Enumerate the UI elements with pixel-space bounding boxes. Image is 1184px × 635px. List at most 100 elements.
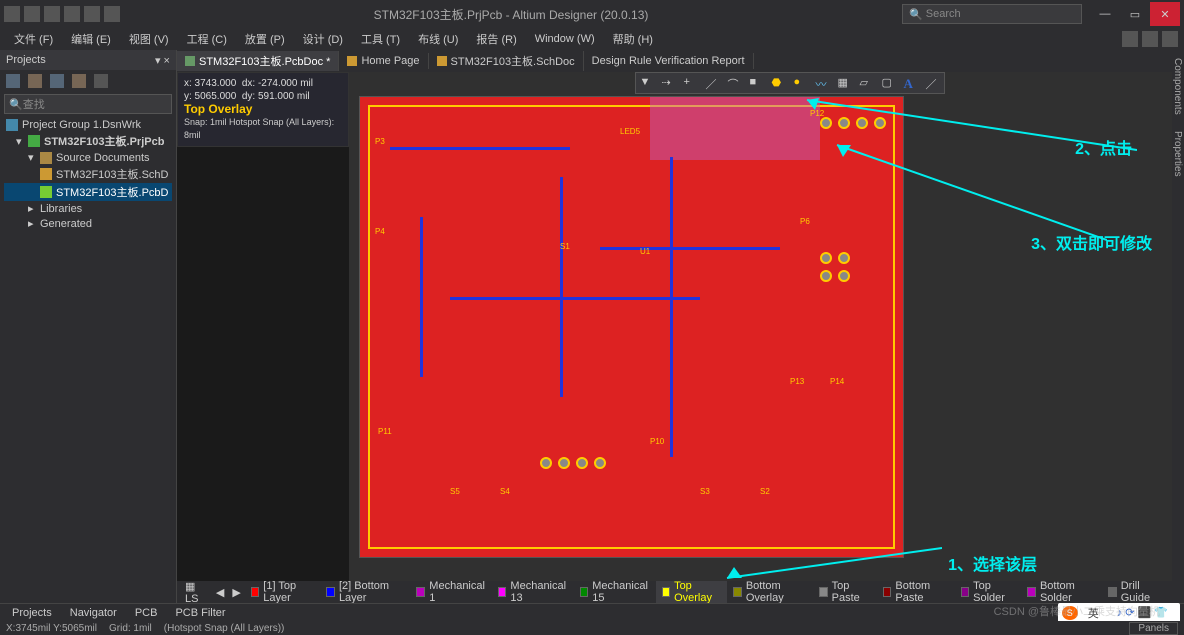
layer-set-button[interactable]: ▦ LS	[181, 581, 212, 603]
tool-icon[interactable]	[72, 74, 86, 88]
active-layer-label: Top Overlay	[184, 103, 342, 116]
right-dock: Components Properties	[1172, 50, 1184, 603]
qa-icon[interactable]	[104, 6, 120, 22]
menu-place[interactable]: 放置 (P)	[237, 29, 293, 49]
tree-generated[interactable]: ▸Generated	[4, 216, 172, 231]
dock-properties[interactable]: Properties	[1172, 123, 1183, 185]
doc-tab-pcb[interactable]: STM32F103主板.PcbDoc *	[177, 51, 339, 71]
panel-tab-projects[interactable]: Projects	[4, 606, 60, 620]
via-icon[interactable]: ⬣	[772, 76, 786, 90]
tree-libraries[interactable]: ▸Libraries	[4, 201, 172, 216]
search-placeholder: Search	[926, 8, 961, 20]
dock-components[interactable]: Components	[1172, 50, 1183, 123]
search-placeholder: 查找	[23, 96, 45, 112]
tree-pcb-file[interactable]: STM32F103主板.PcbD	[4, 183, 172, 201]
menu-file[interactable]: 文件 (F)	[6, 29, 61, 49]
layer-tab[interactable]: Mechanical 1	[410, 581, 492, 603]
menu-help[interactable]: 帮助 (H)	[605, 29, 661, 49]
annotation-1: 1、选择该层	[948, 551, 1037, 575]
close-button[interactable]: ✕	[1150, 2, 1180, 26]
layer-tab[interactable]: Bottom Solder	[1021, 581, 1102, 603]
align-icon[interactable]: +	[684, 76, 698, 90]
layer-tab[interactable]: [2] Bottom Layer	[320, 581, 410, 603]
layer-tab[interactable]: Drill Guide	[1102, 581, 1168, 603]
layer-tab[interactable]: Top Solder	[955, 581, 1022, 603]
tool-icon[interactable]	[28, 74, 42, 88]
status-position: X:3745mil Y:5065mil	[6, 623, 97, 634]
doc-tab-home[interactable]: Home Page	[339, 53, 428, 69]
panel-tab-pcb[interactable]: PCB	[127, 606, 166, 620]
panel-menu-icon[interactable]: ▾ ×	[155, 54, 170, 67]
panel-tab-pcbfilter[interactable]: PCB Filter	[167, 606, 233, 620]
doc-tab-sch[interactable]: STM32F103主板.SchDoc	[429, 51, 584, 71]
poly-icon[interactable]: ▱	[860, 76, 874, 90]
qa-icon[interactable]	[44, 6, 60, 22]
tree-project[interactable]: ▾STM32F103主板.PrjPcb	[4, 132, 172, 150]
coordinate-display: x: 3743.000 dx: -274.000 mil y: 5065.000…	[177, 72, 349, 147]
panels-button[interactable]: Panels	[1129, 622, 1178, 635]
search-icon: 🔍	[909, 8, 923, 21]
doc-tab-report[interactable]: Design Rule Verification Report	[584, 53, 754, 69]
annotation-3: 3、双击即可修改	[1031, 230, 1152, 254]
filter-icon[interactable]: ▼	[640, 76, 654, 90]
string-icon[interactable]: ／	[926, 76, 940, 90]
menu-bar: 文件 (F) 编辑 (E) 视图 (V) 工程 (C) 放置 (P) 设计 (D…	[0, 28, 1184, 50]
tree-group[interactable]: Project Group 1.DsnWrk	[4, 118, 172, 132]
layer-tab[interactable]: Bottom Paste	[877, 581, 955, 603]
tool-icon[interactable]	[50, 74, 64, 88]
fill-icon[interactable]: ■	[750, 76, 764, 90]
layer-next[interactable]: ▶	[228, 586, 244, 599]
arc-icon[interactable]: ⌒	[728, 76, 742, 90]
pcb-board[interactable]: P3 P4 S1 U1 P6 P10 P11 P13 P14 S5 S4 S3 …	[359, 96, 904, 558]
layer-tab[interactable]: Mechanical 15	[574, 581, 656, 603]
project-tree: Project Group 1.DsnWrk ▾STM32F103主板.PrjP…	[0, 116, 176, 233]
region-icon[interactable]: ▢	[882, 76, 896, 90]
layer-prev[interactable]: ◀	[212, 586, 228, 599]
status-grid: Grid: 1mil	[109, 623, 152, 634]
status-snap: (Hotspot Snap (All Layers))	[164, 623, 285, 634]
qa-icon[interactable]	[24, 6, 40, 22]
minimize-button[interactable]: —	[1090, 2, 1120, 26]
projects-title: Projects	[6, 54, 46, 66]
text-icon[interactable]: A	[904, 76, 918, 90]
maximize-button[interactable]: ▭	[1120, 2, 1150, 26]
main-area: STM32F103主板.PcbDoc * Home Page STM32F103…	[177, 50, 1172, 603]
share-icon[interactable]	[1122, 31, 1138, 47]
tree-sch-file[interactable]: STM32F103主板.SchD	[4, 165, 172, 183]
global-search[interactable]: 🔍 Search	[902, 4, 1082, 24]
menu-window[interactable]: Window (W)	[527, 31, 603, 47]
line-icon[interactable]: ／	[706, 76, 720, 90]
layer-tab[interactable]: Bottom Overlay	[727, 581, 813, 603]
user-icon[interactable]	[1162, 31, 1178, 47]
dimension-icon[interactable]: 〰	[816, 76, 830, 90]
cloud-icon[interactable]	[1142, 31, 1158, 47]
layer-tab[interactable]: Top Overlay	[656, 581, 728, 603]
menu-project[interactable]: 工程 (C)	[179, 29, 235, 49]
app-icon	[4, 6, 20, 22]
menu-design[interactable]: 设计 (D)	[295, 29, 351, 49]
layer-tab[interactable]: Mechanical 13	[492, 581, 574, 603]
pad-icon[interactable]: ●	[794, 76, 808, 90]
menu-edit[interactable]: 编辑 (E)	[63, 29, 119, 49]
qa-icon[interactable]	[84, 6, 100, 22]
window-title: STM32F103主板.PrjPcb - Altium Designer (20…	[120, 6, 902, 23]
layer-tabs: ▦ LS ◀ ▶ [1] Top Layer[2] Bottom LayerMe…	[177, 581, 1172, 603]
menu-route[interactable]: 布线 (U)	[410, 29, 466, 49]
snap-info: Snap: 1mil Hotspot Snap (All Layers): 8m…	[184, 116, 342, 142]
tree-src-folder[interactable]: ▾Source Documents	[4, 150, 172, 165]
layer-tab[interactable]: [1] Top Layer	[245, 581, 321, 603]
qa-icon[interactable]	[64, 6, 80, 22]
menu-view[interactable]: 视图 (V)	[121, 29, 177, 49]
move-icon[interactable]: ⇢	[662, 76, 676, 90]
projects-header: Projects ▾ ×	[0, 50, 176, 70]
projects-search[interactable]: 🔍 查找	[4, 94, 172, 114]
menu-tools[interactable]: 工具 (T)	[353, 29, 408, 49]
menu-report[interactable]: 报告 (R)	[468, 29, 524, 49]
panel-tab-navigator[interactable]: Navigator	[62, 606, 125, 620]
tool-icon[interactable]	[6, 74, 20, 88]
quick-access-icons	[4, 6, 120, 22]
refresh-icon[interactable]	[94, 74, 108, 88]
watermark: CSDN @鲁棒最小二乘支持向量机	[994, 603, 1160, 619]
layer-tab[interactable]: Top Paste	[813, 581, 877, 603]
component-icon[interactable]: ▦	[838, 76, 852, 90]
